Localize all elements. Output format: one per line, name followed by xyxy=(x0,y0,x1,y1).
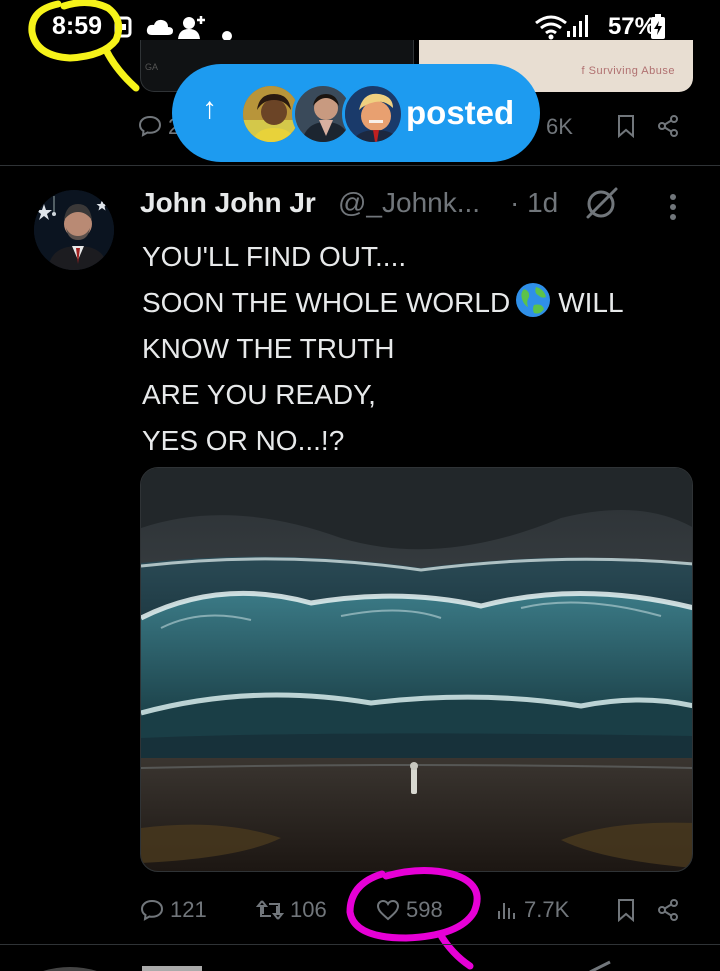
previous-views-count: 6K xyxy=(546,114,573,139)
arrow-up-icon: ↑ xyxy=(202,92,217,125)
previous-card-book-text: f Surviving Abuse xyxy=(581,65,675,77)
grok-icon[interactable] xyxy=(584,185,620,221)
battery-percent: 57% xyxy=(607,13,656,40)
previous-card-text: GA xyxy=(145,62,159,72)
new-posts-pill[interactable]: ↑ posted xyxy=(172,64,540,162)
tweet-timestamp[interactable]: · 1d xyxy=(510,187,558,219)
previous-bookmark-icon[interactable] xyxy=(616,114,636,144)
tweet-actions: 121 106 598 7.7K xyxy=(0,890,720,930)
tweet-line-text: WILL xyxy=(558,287,624,318)
ocean-waves-image xyxy=(141,468,692,871)
globe-emoji-icon xyxy=(516,283,551,317)
tweet-body: YOU'LL FIND OUT.... SOON THE WHOLE WORLD… xyxy=(142,234,702,464)
reply-icon xyxy=(140,899,164,921)
author-name[interactable]: John John Jr xyxy=(140,187,316,219)
tweet-media-image[interactable] xyxy=(140,467,693,872)
tweet-line: KNOW THE TRUTH xyxy=(142,333,395,364)
cloud-icon xyxy=(146,18,174,42)
bookmark-icon xyxy=(618,899,634,922)
previous-share-icon[interactable] xyxy=(656,114,680,144)
more-options-icon[interactable] xyxy=(666,189,680,225)
tweet-line: SOON THE WHOLE WORLD WILL xyxy=(142,280,702,326)
tweet-line-text: SOON THE WHOLE WORLD xyxy=(142,287,511,318)
status-time: 8:59 xyxy=(52,12,103,40)
like-button[interactable]: 598 xyxy=(376,890,443,930)
repost-button[interactable]: 106 xyxy=(256,890,327,930)
tweet-line: YES OR NO...!? xyxy=(142,425,345,456)
views-chart-icon xyxy=(498,903,515,919)
tweet-line: YOU'LL FIND OUT.... xyxy=(142,241,407,272)
reply-count: 121 xyxy=(170,897,207,922)
tweet-line: ARE YOU READY, xyxy=(142,379,376,410)
next-tweet-peek xyxy=(0,958,720,971)
tweet-divider-bottom xyxy=(0,944,720,945)
pill-avatar-3 xyxy=(342,83,404,145)
screenshot-icon xyxy=(114,16,132,44)
bookmark-button[interactable] xyxy=(616,890,642,930)
reply-button[interactable]: 121 xyxy=(140,890,207,930)
posted-label: posted xyxy=(406,94,515,131)
repost-count: 106 xyxy=(290,897,327,922)
share-button[interactable] xyxy=(656,890,686,930)
like-count: 598 xyxy=(406,897,443,922)
views-button[interactable]: 7.7K xyxy=(496,890,569,930)
heart-icon xyxy=(376,899,400,921)
tweet-divider xyxy=(0,165,720,166)
views-count: 7.7K xyxy=(524,897,570,922)
author-handle[interactable]: @_Johnk... xyxy=(338,187,480,219)
previous-reply-icon[interactable] xyxy=(138,114,162,144)
repost-icon xyxy=(256,900,284,920)
author-avatar[interactable] xyxy=(34,190,114,270)
share-icon xyxy=(658,899,678,921)
